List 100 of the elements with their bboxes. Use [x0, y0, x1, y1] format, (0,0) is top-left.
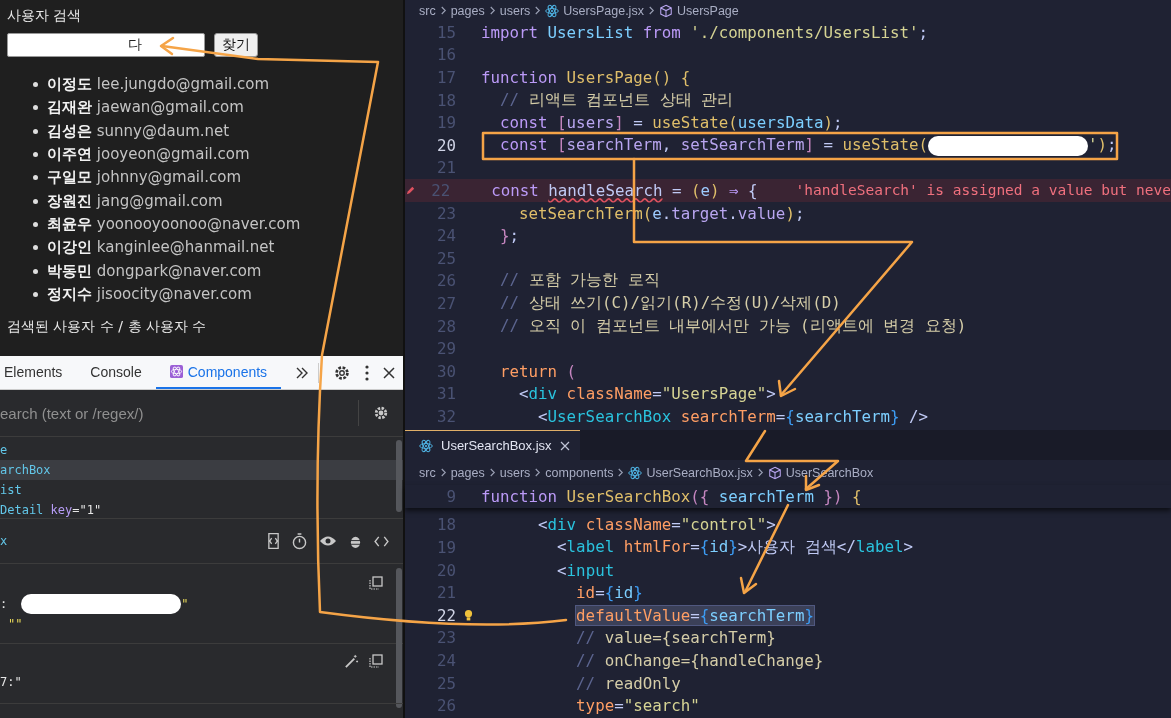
user-item: 김재완 jaewan@gmail.com — [47, 98, 244, 118]
breadcrumb-item[interactable]: users — [499, 3, 531, 18]
bullet-icon — [33, 268, 38, 274]
code-line: id={id} — [575, 583, 643, 603]
prop-value: : " — [0, 594, 403, 614]
breadcrumb-item[interactable]: pages — [450, 3, 485, 18]
react-icon — [169, 365, 183, 378]
search-button[interactable]: 찾기 — [214, 33, 258, 57]
cube-icon — [658, 3, 673, 18]
breadcrumb-item[interactable]: src — [419, 3, 436, 18]
bullet-icon — [33, 152, 38, 158]
hook-value: 7:" — [0, 674, 23, 691]
scrollbar[interactable] — [396, 440, 402, 512]
pencil-icon — [405, 184, 416, 196]
code-line: import UsersList from './components/UsersList'; — [481, 22, 929, 42]
breadcrumb-item[interactable]: pages — [450, 465, 485, 480]
user-item: 최윤우 yoonooyoonoo@naver.com — [47, 214, 301, 234]
settings-icon[interactable] — [333, 363, 352, 382]
user-item: 구일모 johnny@gmail.com — [47, 168, 241, 188]
error-message: 'handleSearch' is assigned a value but neve — [795, 182, 1171, 199]
breadcrumb-item[interactable]: users — [499, 465, 531, 480]
line-number: 18 — [435, 515, 456, 535]
search-field[interactable]: 다 — [7, 33, 205, 57]
line-number: 25 — [435, 248, 456, 268]
more-icon[interactable] — [365, 364, 370, 381]
line-number: 22 — [435, 605, 456, 625]
component-tree-item[interactable]: archBox — [0, 460, 403, 480]
timer-icon[interactable] — [292, 532, 307, 550]
bullet-icon — [33, 105, 38, 111]
cube-icon — [767, 465, 782, 480]
breadcrumb-item[interactable]: UsersPage — [676, 3, 739, 18]
user-item: 김성은 sunny@daum.net — [47, 121, 230, 141]
bullet-icon — [33, 82, 38, 88]
user-item: 이강인 kanginlee@hanmail.net — [47, 238, 275, 258]
chevron-icon — [534, 5, 542, 16]
code-icon[interactable] — [374, 535, 389, 547]
eye-icon[interactable] — [319, 535, 337, 547]
user-item: 이정도 lee.jungdo@gmail.com — [47, 75, 270, 95]
breadcrumb-item[interactable]: components — [545, 465, 614, 480]
code-line: }; — [499, 226, 520, 246]
react-icon — [628, 465, 643, 480]
component-tree-item[interactable]: ist — [0, 480, 403, 500]
breadcrumb-item[interactable]: src — [419, 465, 436, 480]
line-number: 26 — [435, 696, 456, 716]
chevron-icon — [488, 467, 496, 478]
line-number: 32 — [435, 406, 456, 426]
chevron-icon — [534, 467, 542, 478]
code-bracket-icon[interactable] — [267, 532, 280, 550]
bullet-icon — [33, 198, 38, 204]
code-line: type="search" — [575, 696, 700, 716]
settings-icon[interactable] — [373, 405, 389, 421]
chevron-icon — [439, 467, 447, 478]
code-line: // 포함 가능한 로직 — [499, 270, 660, 292]
code-line: <div className="UsersPage"> — [518, 384, 776, 404]
code-line: <input — [556, 560, 615, 580]
editor-tab[interactable]: UserSearchBox.jsx — [405, 430, 580, 460]
breadcrumb-item[interactable]: UsersPage.jsx — [563, 3, 644, 18]
line-number: 26 — [435, 271, 456, 291]
close-icon[interactable] — [383, 366, 396, 379]
code-line: const [users] = useState(usersData); — [499, 113, 843, 133]
breadcrumb-item[interactable]: UserSearchBox.jsx — [646, 465, 753, 480]
code-line: return ( — [499, 361, 577, 381]
devtools-tab[interactable]: Components — [155, 356, 282, 389]
bullet-icon — [33, 128, 38, 134]
user-item: 정지수 jisoocity@naver.com — [47, 284, 252, 304]
code-line: <div className="control"> — [537, 515, 776, 535]
line-number: 21 — [435, 158, 456, 178]
component-tree-item[interactable]: e — [0, 440, 403, 460]
component-name: x — [0, 534, 8, 548]
line-number: 25 — [435, 673, 456, 693]
user-item: 이주연 jooyeon@gmail.com — [47, 145, 250, 165]
scrollbar[interactable] — [396, 568, 402, 708]
component-tree-item[interactable]: Detail key="1" — [0, 500, 403, 520]
line-number: 16 — [435, 45, 456, 65]
line-number: 21 — [435, 583, 456, 603]
code-line: <UserSearchBox searchTerm={searchTerm} /> — [537, 406, 929, 426]
line-number: 28 — [435, 316, 456, 336]
code-line: // 상태 쓰기(C)/읽기(R)/수정(U)/삭제(D) — [499, 292, 841, 314]
chevron-icon — [647, 5, 655, 16]
code-line: // readOnly — [575, 673, 681, 693]
copy-icon[interactable] — [369, 654, 383, 668]
bullet-icon — [33, 245, 38, 251]
lightbulb-icon[interactable] — [464, 608, 473, 622]
chevrons-icon[interactable] — [295, 366, 310, 379]
line-number: 24 — [435, 226, 456, 246]
bullet-icon — [33, 221, 38, 227]
line-number: 29 — [435, 339, 456, 359]
react-icon — [419, 438, 433, 453]
component-search-field[interactable]: earch (text or /regex/) — [0, 404, 358, 422]
magic-wand-icon[interactable] — [344, 654, 359, 669]
devtools-tab[interactable]: Console — [76, 356, 156, 389]
search-label: 사용자 검색 — [7, 7, 83, 25]
devtools-tab[interactable]: Elements — [0, 356, 77, 389]
user-item: 장원진 jang@gmail.com — [47, 191, 223, 211]
line-number: 30 — [435, 361, 456, 381]
code-line: // onChange={handleChange} — [575, 650, 824, 670]
chevron-icon — [617, 467, 625, 478]
line-number: 22 — [430, 180, 451, 200]
copy-icon[interactable] — [369, 576, 383, 590]
line-number: 20 — [435, 135, 456, 155]
